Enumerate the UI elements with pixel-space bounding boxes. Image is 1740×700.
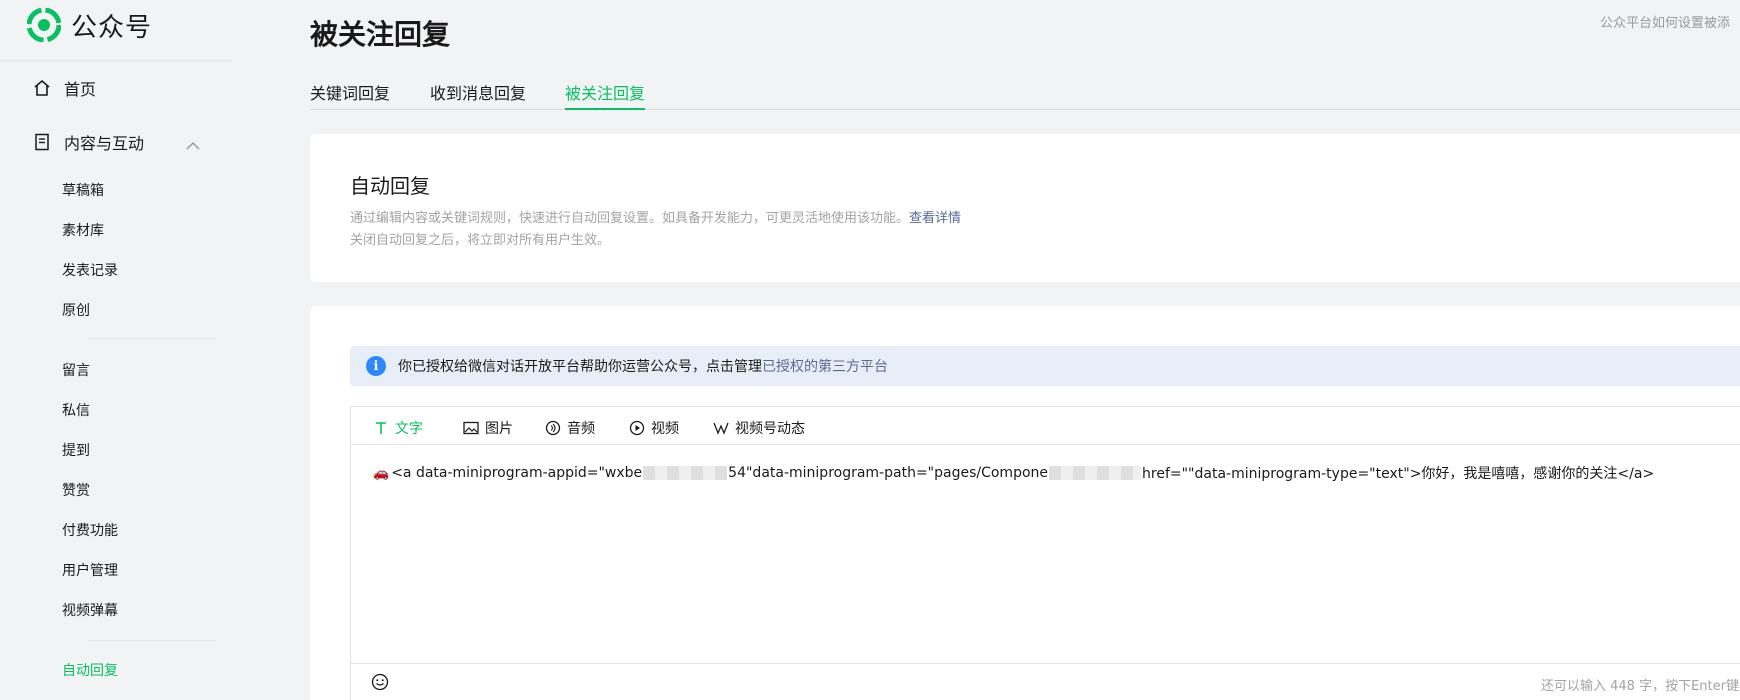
sidebar-divider	[88, 338, 216, 339]
app-logo[interactable]: 公众号	[26, 7, 153, 43]
description-line-2: 关闭自动回复之后，将立即对所有用户生效。	[350, 233, 611, 248]
sidebar-item-comments[interactable]: 留言	[62, 360, 90, 380]
section-description: 通过编辑内容或关键词规则，快速进行自动回复设置。如具备开发能力，可更灵活地使用该…	[350, 208, 961, 252]
tab-bar: 关键词回复 收到消息回复 被关注回复	[310, 80, 1740, 110]
tab-keyword-reply[interactable]: 关键词回复	[310, 80, 390, 110]
sidebar-item-mentions[interactable]: 提到	[62, 440, 90, 460]
wechat-mp-logo-icon	[26, 7, 62, 43]
tool-video[interactable]: 视频	[629, 418, 679, 438]
sidebar-item-video-danmaku[interactable]: 视频弹幕	[62, 600, 118, 620]
tool-label: 视频	[651, 421, 679, 437]
redacted-appid	[643, 466, 728, 480]
char-counter: 还可以输入 448 字，按下Enter键	[1541, 679, 1739, 694]
tool-label: 音频	[567, 421, 595, 437]
help-link[interactable]: 公众平台如何设置被添	[1600, 12, 1730, 31]
sidebar-item-publish-history[interactable]: 发表记录	[62, 260, 118, 280]
reply-editor-card: i 你已授权给微信对话开放平台帮助你运营公众号，点击管理 已授权的第三方平台 文字…	[310, 306, 1740, 700]
page-title: 被关注回复	[310, 18, 451, 51]
content-text-part-2: 54"data-miniprogram-path="pages/Compone	[728, 465, 1049, 481]
sidebar: 公众号 首页 内容与互动 草稿箱 素材库 发表记录 原创 留言 私信 提到 赞赏…	[0, 0, 232, 700]
audio-icon	[545, 420, 561, 436]
sidebar-item-original[interactable]: 原创	[62, 300, 90, 320]
channels-icon	[713, 420, 729, 436]
app-name: 公众号	[71, 12, 153, 43]
view-details-link[interactable]: 查看详情	[909, 211, 961, 226]
video-icon	[629, 420, 645, 436]
editor-footer-divider	[351, 663, 1740, 664]
car-emoji: 🚗	[373, 465, 390, 481]
sidebar-item-drafts[interactable]: 草稿箱	[62, 180, 104, 200]
tool-label: 文字	[395, 421, 423, 437]
chevron-up-icon[interactable]	[186, 136, 200, 155]
tool-image[interactable]: 图片	[463, 418, 513, 438]
sidebar-item-paid-features[interactable]: 付费功能	[62, 520, 118, 540]
reply-content-textarea[interactable]: 🚗 <a data-miniprogram-appid="wxbe 54"dat…	[373, 463, 1654, 483]
info-icon: i	[366, 356, 386, 376]
sidebar-item-materials[interactable]: 素材库	[62, 220, 104, 240]
tool-channels-post[interactable]: 视频号动态	[713, 418, 805, 438]
image-icon	[463, 420, 479, 436]
tab-message-reply[interactable]: 收到消息回复	[430, 80, 526, 110]
auto-reply-intro-card: 自动回复 通过编辑内容或关键词规则，快速进行自动回复设置。如具备开发能力，可更灵…	[310, 134, 1740, 282]
sidebar-group-content[interactable]: 内容与互动	[32, 130, 144, 154]
sidebar-item-rewards[interactable]: 赞赏	[62, 480, 90, 500]
section-title: 自动回复	[350, 174, 430, 198]
third-party-platform-link[interactable]: 已授权的第三方平台	[762, 356, 888, 376]
document-icon	[32, 132, 52, 152]
sidebar-item-home[interactable]: 首页	[32, 76, 96, 100]
content-text-part-3: href=""data-miniprogram-type="text">你好，我…	[1142, 466, 1655, 482]
home-icon	[32, 78, 52, 98]
authorization-notice: i 你已授权给微信对话开放平台帮助你运营公众号，点击管理 已授权的第三方平台	[350, 346, 1740, 386]
tool-label: 图片	[485, 421, 513, 437]
notice-text: 你已授权给微信对话开放平台帮助你运营公众号，点击管理	[398, 359, 762, 375]
sidebar-group-label: 内容与互动	[64, 134, 145, 153]
emoji-icon[interactable]	[371, 673, 389, 695]
logo-divider	[0, 60, 232, 61]
tool-audio[interactable]: 音频	[545, 418, 595, 438]
sidebar-item-user-management[interactable]: 用户管理	[62, 560, 118, 580]
sidebar-item-auto-reply[interactable]: 自动回复	[62, 660, 118, 680]
sidebar-item-label: 首页	[64, 80, 97, 99]
redacted-path	[1049, 466, 1142, 480]
tool-text[interactable]: 文字	[373, 418, 423, 438]
description-line-1: 通过编辑内容或关键词规则，快速进行自动回复设置。如具备开发能力，可更灵活地使用该…	[350, 211, 910, 226]
tool-label: 视频号动态	[735, 421, 805, 437]
sidebar-item-messages[interactable]: 私信	[62, 400, 90, 420]
reply-editor: 文字 图片 音频 视频 视频号动态 🚗 <a data-miniprogram-…	[350, 406, 1740, 700]
text-icon	[373, 420, 389, 436]
tab-follow-reply[interactable]: 被关注回复	[565, 80, 646, 110]
sidebar-divider	[88, 640, 216, 641]
editor-toolbar: 文字 图片 音频 视频 视频号动态	[351, 407, 1740, 445]
content-text-part-1: <a data-miniprogram-appid="wxbe	[391, 465, 643, 481]
